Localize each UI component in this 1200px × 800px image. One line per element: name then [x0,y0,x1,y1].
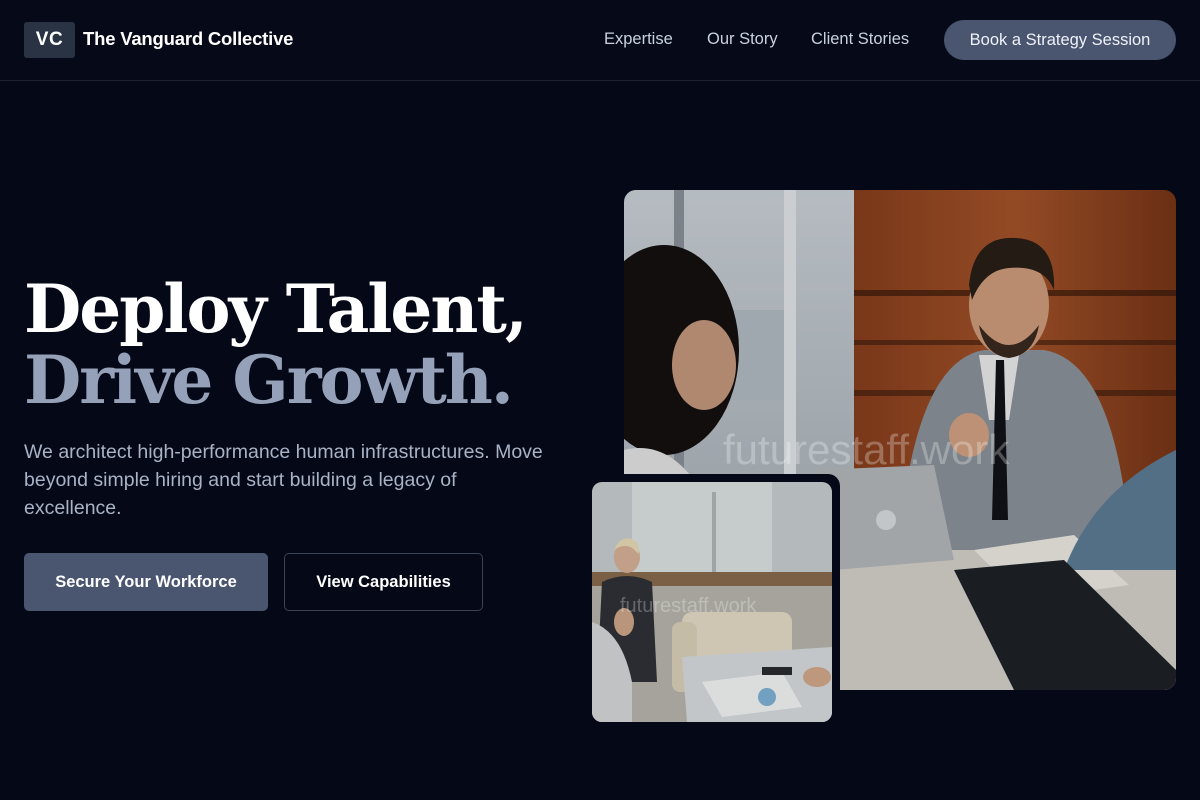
brand-name[interactable]: The Vanguard Collective [83,28,293,50]
image-watermark-small: futurestaff.work [620,595,757,617]
hero-description: We architect high-performance human infr… [24,441,543,519]
hero-headline-line2: Drive Growth. [24,341,514,419]
hero-photo-consultation: futurestaff.work [592,482,832,722]
secure-workforce-button[interactable]: Secure Your Workforce [24,553,268,611]
logo-mark[interactable]: VC [24,22,75,58]
nav-link-client-stories[interactable]: Client Stories [811,30,909,49]
image-watermark: futurestaff.work [723,426,1010,473]
site-header: VC The Vanguard Collective Expertise Our… [0,0,1200,81]
nav-link-our-story[interactable]: Our Story [707,30,778,49]
view-capabilities-button[interactable]: View Capabilities [284,553,483,611]
book-strategy-session-button[interactable]: Book a Strategy Session [944,20,1176,60]
nav-link-expertise[interactable]: Expertise [604,30,673,49]
hero-headline-line1: Deploy Talent, [24,270,528,348]
